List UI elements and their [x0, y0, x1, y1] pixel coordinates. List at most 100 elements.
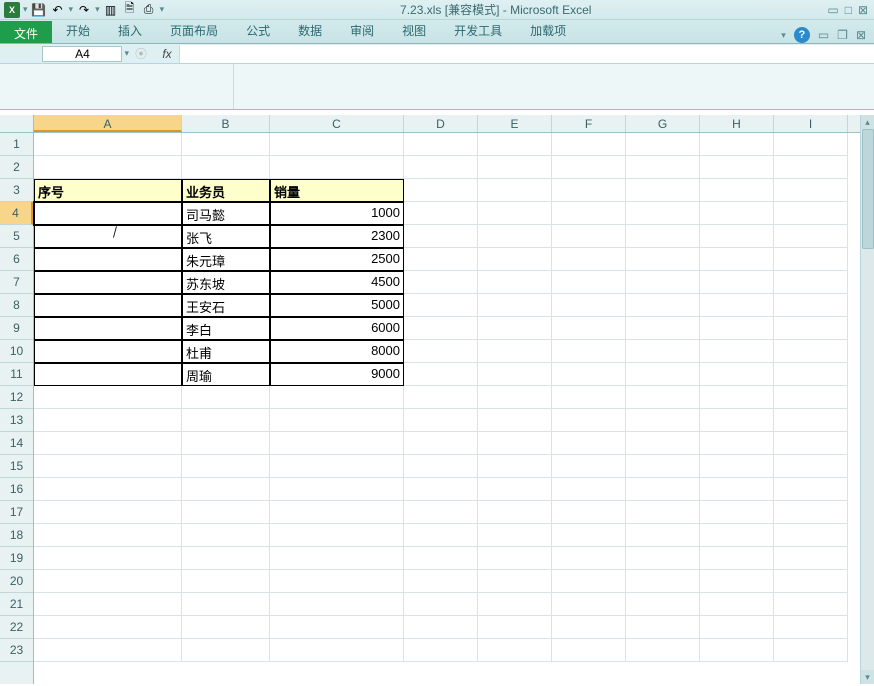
ribbon-tab[interactable]: 开发工具	[440, 18, 516, 43]
cell[interactable]	[700, 363, 774, 386]
cell[interactable]	[700, 294, 774, 317]
cell[interactable]	[626, 432, 700, 455]
cell[interactable]	[700, 616, 774, 639]
cell[interactable]	[626, 616, 700, 639]
ribbon-minimize-icon[interactable]: ▭	[818, 28, 829, 42]
column-header[interactable]: H	[700, 115, 774, 132]
cell[interactable]	[552, 478, 626, 501]
cell[interactable]	[626, 317, 700, 340]
cell[interactable]	[700, 156, 774, 179]
column-header[interactable]: C	[270, 115, 404, 132]
cell[interactable]	[404, 225, 478, 248]
row-header[interactable]: 8	[0, 294, 33, 317]
cell[interactable]	[774, 639, 848, 662]
cell[interactable]	[478, 271, 552, 294]
cell[interactable]	[774, 547, 848, 570]
row-header[interactable]: 16	[0, 478, 33, 501]
cell[interactable]: 8000	[270, 340, 404, 363]
cell[interactable]: 朱元璋	[182, 248, 270, 271]
cell[interactable]: 司马懿	[182, 202, 270, 225]
cell[interactable]	[34, 294, 182, 317]
column-header[interactable]: F	[552, 115, 626, 132]
cancel-formula-icon[interactable]: ⦿	[131, 45, 151, 62]
cell[interactable]: 1000	[270, 202, 404, 225]
cell[interactable]	[700, 547, 774, 570]
cell[interactable]	[182, 133, 270, 156]
row-header[interactable]: 7	[0, 271, 33, 294]
cell[interactable]	[34, 340, 182, 363]
cell[interactable]	[404, 133, 478, 156]
cell[interactable]	[626, 294, 700, 317]
row-header[interactable]: 12	[0, 386, 33, 409]
cell[interactable]	[626, 455, 700, 478]
cell[interactable]	[478, 524, 552, 547]
cell[interactable]	[552, 225, 626, 248]
undo-icon[interactable]: ↶	[50, 2, 66, 18]
cell[interactable]	[404, 593, 478, 616]
cell[interactable]	[552, 639, 626, 662]
cell[interactable]	[182, 616, 270, 639]
cell[interactable]	[626, 225, 700, 248]
cell[interactable]	[626, 570, 700, 593]
minimize-button[interactable]: ▭	[827, 3, 838, 17]
cell[interactable]	[552, 202, 626, 225]
redo-icon[interactable]: ↷	[76, 2, 92, 18]
close-button[interactable]: ⊠	[858, 3, 868, 17]
cell[interactable]	[270, 524, 404, 547]
cell[interactable]	[700, 271, 774, 294]
cell[interactable]	[404, 179, 478, 202]
cell[interactable]	[182, 478, 270, 501]
cell[interactable]	[626, 639, 700, 662]
cell[interactable]	[404, 409, 478, 432]
cell[interactable]	[478, 248, 552, 271]
row-header[interactable]: 3	[0, 179, 33, 202]
cell[interactable]	[700, 179, 774, 202]
cell[interactable]	[404, 317, 478, 340]
cell[interactable]: 9000	[270, 363, 404, 386]
cell[interactable]: 2500	[270, 248, 404, 271]
cell[interactable]	[34, 616, 182, 639]
cell[interactable]	[700, 432, 774, 455]
cell[interactable]	[404, 478, 478, 501]
ribbon-tab[interactable]: 页面布局	[156, 18, 232, 43]
cell[interactable]	[774, 133, 848, 156]
name-box[interactable]	[42, 46, 122, 62]
cell[interactable]	[404, 524, 478, 547]
cell[interactable]	[404, 294, 478, 317]
cell[interactable]	[404, 455, 478, 478]
cell[interactable]	[34, 225, 182, 248]
column-header[interactable]: D	[404, 115, 478, 132]
cell[interactable]	[478, 547, 552, 570]
cell[interactable]	[182, 156, 270, 179]
cell[interactable]	[34, 455, 182, 478]
column-header[interactable]: E	[478, 115, 552, 132]
column-header[interactable]: A	[34, 115, 182, 132]
doc-close-icon[interactable]: ⊠	[856, 28, 866, 42]
cell[interactable]: 5000	[270, 294, 404, 317]
cell[interactable]	[270, 432, 404, 455]
row-header[interactable]: 11	[0, 363, 33, 386]
cell[interactable]: 李白	[182, 317, 270, 340]
cell[interactable]	[478, 317, 552, 340]
cell[interactable]	[182, 501, 270, 524]
cell[interactable]	[774, 455, 848, 478]
ribbon-tab[interactable]: 数据	[284, 18, 336, 43]
row-header[interactable]: 22	[0, 616, 33, 639]
cell[interactable]	[34, 386, 182, 409]
cell[interactable]	[774, 294, 848, 317]
cell[interactable]	[182, 524, 270, 547]
cell[interactable]: 6000	[270, 317, 404, 340]
cell[interactable]	[700, 409, 774, 432]
cell[interactable]	[626, 179, 700, 202]
namebox-dropdown-icon[interactable]: ▾	[124, 48, 129, 59]
cell[interactable]	[182, 570, 270, 593]
cell[interactable]	[700, 478, 774, 501]
row-header[interactable]: 13	[0, 409, 33, 432]
cell[interactable]	[626, 340, 700, 363]
column-header[interactable]: I	[774, 115, 848, 132]
cell[interactable]	[34, 271, 182, 294]
scroll-thumb[interactable]	[862, 129, 874, 249]
cell[interactable]	[182, 432, 270, 455]
cell[interactable]	[774, 409, 848, 432]
cell[interactable]	[270, 570, 404, 593]
